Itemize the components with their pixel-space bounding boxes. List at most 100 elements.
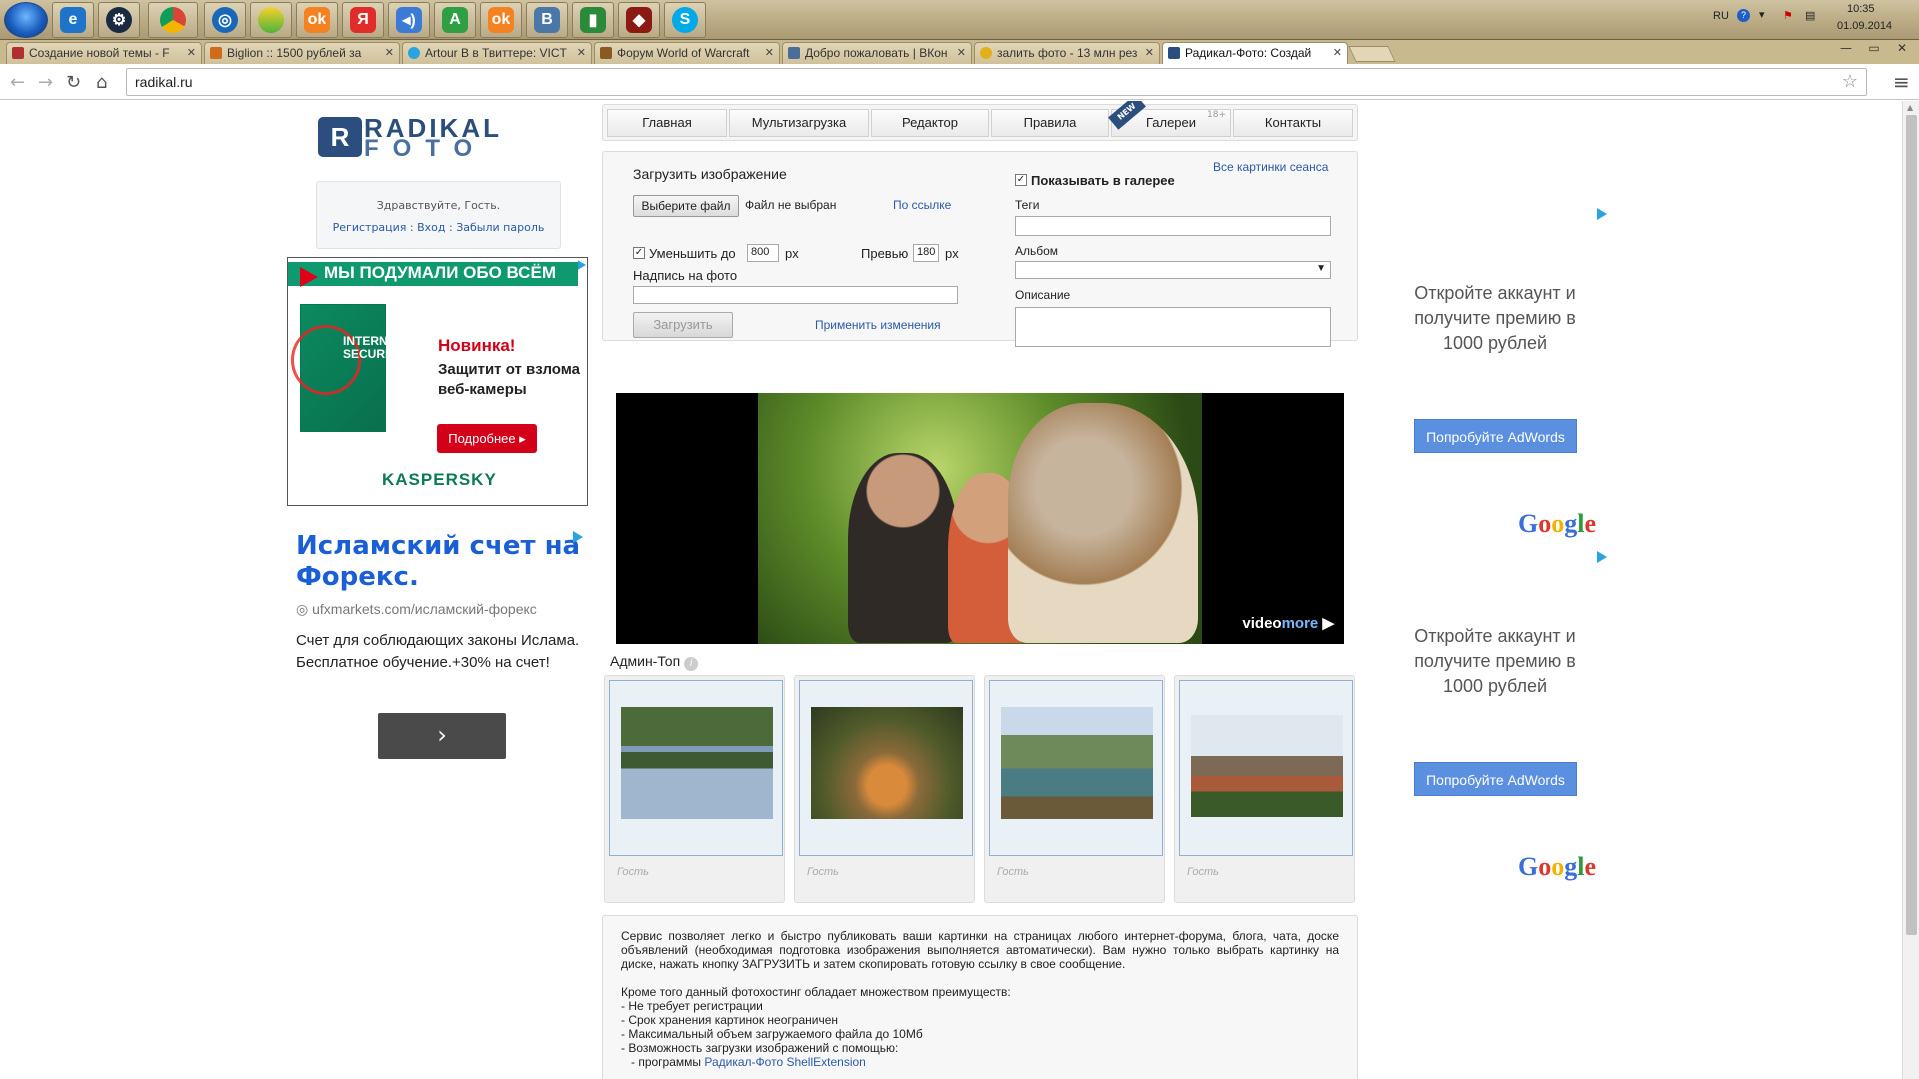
taskbar-lime[interactable]	[250, 2, 292, 38]
taskbar-dota[interactable]: ◆	[618, 2, 660, 38]
choose-file-button[interactable]: Выберите файл	[633, 195, 739, 217]
taskbar-vk[interactable]: B	[526, 2, 568, 38]
apply-changes-link[interactable]: Применить изменения	[815, 318, 941, 332]
close-icon[interactable]: ✕	[577, 46, 586, 59]
close-icon[interactable]: ✕	[1333, 46, 1342, 59]
windows-start-button[interactable]	[4, 2, 48, 38]
maximize-button[interactable]: ▭	[1861, 40, 1887, 58]
caption-input[interactable]	[633, 286, 958, 304]
adchoices-icon[interactable]	[573, 531, 583, 543]
shrink-size-input[interactable]: 800	[747, 244, 779, 262]
browser-tab[interactable]: Biglion :: 1500 рублей за ✕	[204, 42, 400, 64]
help-icon[interactable]: ?	[1737, 9, 1750, 22]
shellextension-link[interactable]: Радикал-Фото ShellExtension	[704, 1055, 865, 1069]
login-link[interactable]: Вход	[417, 221, 445, 234]
kaspersky-ad[interactable]: МЫ ПОДУМАЛИ ОБО ВСЁМ INTERNET SECURITY Н…	[287, 257, 588, 506]
menu-rules[interactable]: Правила	[991, 109, 1109, 137]
shrink-checkbox[interactable]: ✓	[633, 247, 645, 259]
google-logo-letter: e	[1584, 509, 1597, 538]
forward-arrow-icon[interactable]: →	[38, 72, 53, 93]
language-indicator[interactable]: RU	[1713, 10, 1729, 22]
adwords-ad[interactable]: Откройте аккаунт и получите премию в 100…	[1400, 624, 1630, 884]
taskbar-ok[interactable]: ok	[296, 2, 338, 38]
browser-tab-active[interactable]: Радикал-Фото: Создай ✕	[1162, 42, 1348, 65]
network-icon[interactable]: ▤	[1805, 9, 1815, 22]
mountain-lake-thumbnail[interactable]	[1001, 707, 1153, 819]
menu-hamburger-icon[interactable]: ≡	[1893, 70, 1910, 94]
forex-text-ad[interactable]: Исламский счет на Форекс. ◎ ufxmarkets.c…	[287, 521, 591, 759]
city-thumbnail[interactable]	[1191, 715, 1343, 817]
album-select[interactable]: ▼	[1015, 261, 1331, 279]
vertical-scrollbar[interactable]: ▲	[1902, 101, 1919, 1079]
scrollbar-thumb[interactable]	[1906, 115, 1917, 935]
back-arrow-icon[interactable]: ←	[10, 72, 25, 93]
close-icon[interactable]: ✕	[957, 46, 966, 59]
kaspersky-more-button[interactable]: Подробнее ▸	[437, 424, 537, 453]
menu-editor[interactable]: Редактор	[871, 109, 989, 137]
gallery-card[interactable]: Гость	[1174, 675, 1355, 903]
show-in-gallery-checkbox[interactable]: ✓	[1015, 174, 1027, 186]
close-icon[interactable]: ✕	[1145, 46, 1154, 59]
kaspersky-new-label: Новинка!	[438, 336, 516, 355]
adchoices-icon[interactable]	[1597, 208, 1607, 220]
clock-time[interactable]: 10:35	[1847, 3, 1875, 15]
new-tab-button[interactable]	[1348, 46, 1396, 62]
preview-size-input[interactable]: 180	[913, 244, 939, 262]
upload-button[interactable]: Загрузить	[633, 312, 733, 338]
videomore-logo[interactable]: videomore ▶	[1242, 614, 1334, 632]
menu-multiupload[interactable]: Мультизагрузка	[729, 109, 869, 137]
reload-icon[interactable]: ↻	[66, 72, 81, 93]
info-icon[interactable]: i	[684, 657, 699, 671]
gallery-card[interactable]: Гость	[794, 675, 975, 903]
radikal-logo[interactable]: R RADIKAL FOTO	[318, 113, 558, 163]
gallery-card[interactable]: Гость	[604, 675, 785, 903]
browser-tab[interactable]: Artour B в Твиттере: VICT ✕	[402, 42, 592, 64]
description-textarea[interactable]	[1015, 307, 1331, 347]
minimize-button[interactable]: —	[1833, 40, 1859, 58]
scroll-up-arrow-icon[interactable]: ▲	[1907, 103, 1913, 112]
video-player[interactable]: videomore ▶	[616, 393, 1344, 644]
home-icon[interactable]: ⌂	[96, 72, 107, 93]
close-window-button[interactable]: ✕	[1889, 40, 1915, 58]
gallery-card[interactable]: Гость	[984, 675, 1165, 903]
shrink-label: Уменьшить до	[649, 246, 736, 261]
taskbar-chrome[interactable]	[148, 2, 198, 38]
adwords-ad[interactable]: Откройте аккаунт и получите премию в 100…	[1400, 281, 1630, 541]
browser-tab[interactable]: залить фото - 13 млн рез ✕	[974, 42, 1160, 64]
session-pictures-link[interactable]: Все картинки сеанса	[1213, 160, 1328, 174]
taskbar-opera[interactable]: ◎	[204, 2, 246, 38]
taskbar-ie[interactable]: e	[52, 2, 94, 38]
ad-headline[interactable]: Исламский счет на Форекс.	[287, 521, 591, 593]
menu-home[interactable]: Главная	[607, 109, 727, 137]
register-link[interactable]: Регистрация	[333, 221, 407, 234]
ad-arrow-button[interactable]: ›	[378, 713, 506, 759]
flag-icon[interactable]: ⚑	[1783, 9, 1793, 22]
tray-expand-icon[interactable]: ▾	[1759, 8, 1765, 21]
taskbar-app-a[interactable]: A	[434, 2, 476, 38]
adwords-button[interactable]: Попробуйте AdWords	[1414, 419, 1577, 453]
adchoices-icon[interactable]	[578, 260, 586, 270]
lake-thumbnail[interactable]	[621, 707, 773, 819]
close-icon[interactable]: ✕	[765, 46, 774, 59]
taskbar-yandex[interactable]: Я	[342, 2, 384, 38]
browser-tab[interactable]: Добро пожаловать | ВКон ✕	[782, 42, 972, 64]
browser-tab[interactable]: Форум World of Warcraft ✕	[594, 42, 780, 64]
star-bookmark-icon[interactable]: ☆	[1842, 71, 1858, 92]
by-link-link[interactable]: По ссылке	[893, 198, 951, 212]
taskbar-media[interactable]: ◂)	[388, 2, 430, 38]
taskbar-steam[interactable]: ⚙	[98, 2, 140, 38]
taskbar-ok-2[interactable]: ok	[480, 2, 522, 38]
taskbar-stats[interactable]: ▮	[572, 2, 614, 38]
close-icon[interactable]: ✕	[187, 46, 196, 59]
adchoices-icon[interactable]	[1597, 551, 1607, 563]
address-bar[interactable]: radikal.ru ☆	[126, 68, 1867, 96]
forgot-password-link[interactable]: Забыли пароль	[456, 221, 544, 234]
clock-date[interactable]: 01.09.2014	[1837, 20, 1892, 32]
taskbar-skype[interactable]: S	[664, 2, 706, 38]
close-icon[interactable]: ✕	[385, 46, 394, 59]
adwords-button[interactable]: Попробуйте AdWords	[1414, 762, 1577, 796]
menu-contacts[interactable]: Контакты	[1233, 109, 1353, 137]
browser-tab[interactable]: Создание новой темы - F ✕	[6, 42, 202, 64]
cat-thumbnail[interactable]	[811, 707, 963, 819]
tags-input[interactable]	[1015, 216, 1331, 236]
